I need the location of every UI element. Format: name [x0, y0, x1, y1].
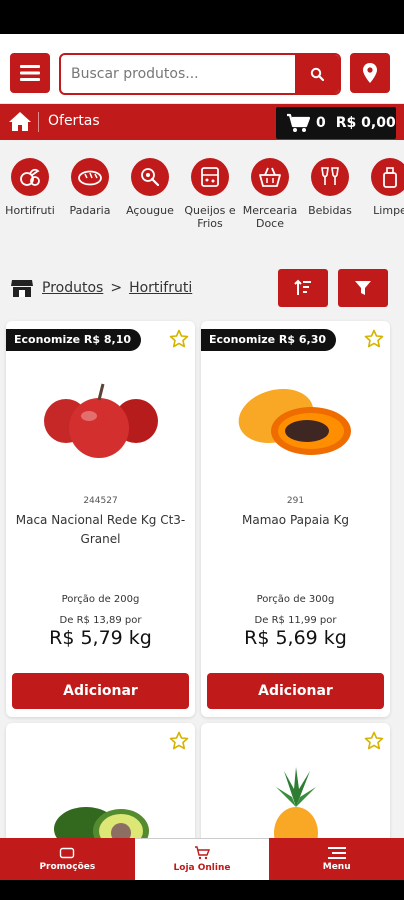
location-button[interactable] — [350, 53, 390, 93]
home-button[interactable] — [8, 110, 32, 136]
cleaning-icon — [371, 158, 404, 196]
category-queijos-frios[interactable]: Queijos e Frios — [180, 158, 240, 230]
bottom-nav-label: Promoções — [39, 861, 96, 872]
product-image-pineapple[interactable] — [201, 767, 390, 847]
product-old-price: De R$ 11,99 por — [254, 615, 337, 626]
hamburger-menu-button[interactable] — [10, 53, 50, 93]
product-code: 244527 — [83, 496, 118, 506]
nav-bar: Ofertas 0 R$ 0,00 — [0, 104, 404, 140]
bottom-nav-label: Menu — [322, 861, 351, 872]
product-card: Economize R$ 6,30 291 Mamao Papaia Kg Po… — [201, 321, 390, 717]
category-label: Queijos e Frios — [184, 204, 236, 230]
category-mercearia-doce[interactable]: Mercearia Doce — [240, 158, 300, 230]
favorite-button[interactable] — [364, 731, 384, 755]
search-box — [59, 53, 341, 95]
product-card: Economize R$ 8,10 244527 Maca Nacional R… — [6, 321, 195, 717]
hamburger-icon — [20, 65, 40, 81]
home-icon — [9, 112, 31, 131]
filter-button[interactable] — [338, 269, 388, 307]
category-padaria[interactable]: Padaria — [60, 158, 120, 217]
category-label: Padaria — [69, 204, 111, 217]
favorite-button[interactable] — [364, 329, 384, 353]
vegetables-icon — [11, 158, 49, 196]
star-icon — [364, 329, 384, 348]
product-old-price: De R$ 13,89 por — [59, 615, 142, 626]
breadcrumb: Produtos > Hortifruti — [10, 278, 192, 298]
product-price: R$ 5,69 kg — [244, 627, 347, 649]
breadcrumb-separator: > — [110, 280, 123, 296]
cheese-icon — [191, 158, 229, 196]
bottom-nav-label: Loja Online — [173, 863, 231, 873]
favorite-button[interactable] — [169, 731, 189, 755]
basket-icon — [251, 158, 289, 196]
ofertas-link[interactable]: Ofertas — [48, 113, 100, 129]
bottom-nav: Promoções Loja Online Menu — [0, 838, 404, 880]
meat-icon — [131, 158, 169, 196]
tag-icon — [60, 847, 75, 858]
category-label: Bebidas — [308, 204, 352, 217]
search-button[interactable] — [295, 55, 339, 93]
star-icon — [169, 329, 189, 348]
star-icon — [169, 731, 189, 750]
cart-icon — [195, 846, 210, 860]
nav-divider — [38, 112, 39, 132]
bottom-nav-menu[interactable]: Menu — [269, 838, 404, 880]
product-portion: Porção de 300g — [256, 594, 335, 605]
bottom-nav-loja-online[interactable]: Loja Online — [134, 838, 270, 880]
search-icon — [310, 67, 324, 81]
cart-icon — [287, 113, 310, 132]
bottom-nav-promocoes[interactable]: Promoções — [0, 838, 135, 880]
product-name[interactable]: Mamao Papaia Kg — [209, 511, 382, 530]
category-label: Mercearia Doce — [242, 204, 298, 230]
product-image-papaya[interactable] — [201, 366, 390, 476]
product-portion: Porção de 200g — [61, 594, 140, 605]
product-image-apples[interactable] — [6, 366, 195, 476]
filter-icon — [355, 281, 371, 295]
category-carousel: Hortifruti Padaria Açougue Queijos e Fri… — [0, 140, 404, 250]
category-hortifruti[interactable]: Hortifruti — [0, 158, 60, 217]
add-to-cart-button[interactable]: Adicionar — [12, 673, 189, 709]
favorite-button[interactable] — [169, 329, 189, 353]
bread-icon — [71, 158, 109, 196]
store-icon — [11, 280, 33, 297]
sort-icon — [294, 279, 311, 295]
system-nav-bar — [0, 880, 404, 900]
category-label: Hortifruti — [5, 204, 55, 217]
discount-badge: Economize R$ 6,30 — [201, 329, 336, 351]
location-pin-icon — [363, 63, 377, 83]
product-code: 291 — [286, 496, 305, 506]
category-label: Açougue — [126, 204, 174, 217]
sort-button[interactable] — [278, 269, 328, 307]
menu-icon — [327, 846, 346, 859]
status-bar — [0, 0, 404, 34]
discount-badge: Economize R$ 8,10 — [6, 329, 141, 351]
wine-glasses-icon — [311, 158, 349, 196]
add-to-cart-button[interactable]: Adicionar — [207, 673, 384, 709]
top-bar — [0, 34, 404, 104]
star-icon — [364, 731, 384, 750]
category-label: Limpe — [373, 204, 404, 217]
category-acougue[interactable]: Açougue — [120, 158, 180, 217]
product-name[interactable]: Maca Nacional Rede Kg Ct3-Granel — [14, 511, 187, 549]
cart-button[interactable]: 0 R$ 0,00 — [276, 107, 396, 139]
breadcrumb-produtos[interactable]: Produtos — [42, 280, 103, 296]
cart-count: 0 — [316, 115, 326, 131]
category-limpeza[interactable]: Limpe — [360, 158, 404, 217]
search-input[interactable] — [61, 55, 297, 93]
category-bebidas[interactable]: Bebidas — [300, 158, 360, 217]
breadcrumb-hortifruti[interactable]: Hortifruti — [129, 280, 192, 296]
cart-total: R$ 0,00 — [335, 115, 396, 131]
product-price: R$ 5,79 kg — [49, 627, 152, 649]
